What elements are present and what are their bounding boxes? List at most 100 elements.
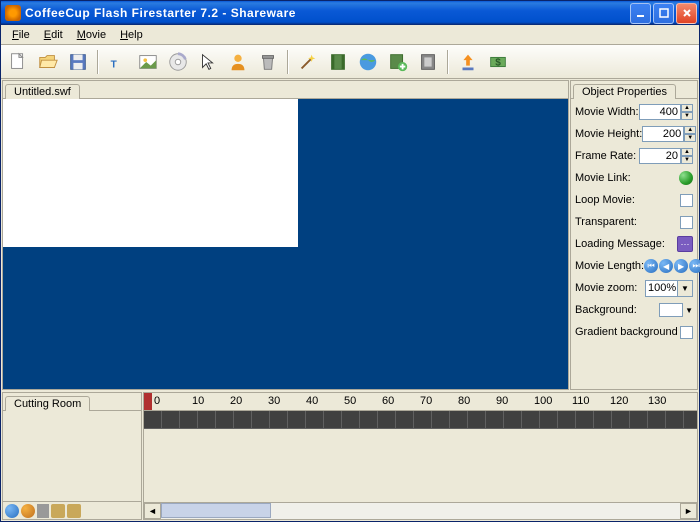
prop-movie-link: Movie Link: (575, 169, 693, 187)
menu-movie[interactable]: Movie (70, 27, 113, 43)
spinner-icon[interactable]: ▲▼ (681, 104, 693, 120)
cutting-room-title: Cutting Room (5, 396, 90, 411)
prop-loop-movie: Loop Movie: (575, 191, 693, 209)
menubar: File Edit Movie Help (1, 25, 699, 45)
timeline-ruler[interactable]: 0 10 20 30 40 50 60 70 80 90 100 110 120 130 (144, 393, 697, 411)
open-button[interactable] (35, 49, 61, 75)
ruler-tick: 90 (496, 395, 508, 407)
new-button[interactable] (5, 49, 31, 75)
prop-transparent: Transparent: (575, 213, 693, 231)
globe-icon[interactable] (679, 171, 693, 185)
prop-gradient-bg: Gradient background (575, 323, 693, 341)
titlebar: CoffeeCup Flash Firestarter 7.2 - Sharew… (1, 1, 699, 25)
ruler-tick: 0 (154, 395, 160, 407)
zoom-select[interactable]: 100%▼ (645, 280, 693, 297)
movie-height-input[interactable]: 200 (642, 126, 684, 142)
wand-button[interactable] (295, 49, 321, 75)
playhead-marker[interactable] (144, 393, 152, 411)
text-button[interactable]: T (105, 49, 131, 75)
properties-panel: Object Properties Movie Width: 400 ▲▼ Mo… (570, 80, 698, 390)
toolbar: T $ (1, 45, 699, 79)
scroll-thumb[interactable] (161, 503, 271, 518)
document-tab[interactable]: Untitled.swf (5, 84, 80, 99)
frame-rate-input[interactable]: 20 (639, 148, 681, 164)
canvas-area: Untitled.swf (2, 80, 569, 390)
stage-canvas[interactable] (3, 99, 298, 247)
copy-icon[interactable] (51, 504, 65, 518)
ruler-tick: 40 (306, 395, 318, 407)
svg-text:T: T (111, 59, 118, 70)
first-button[interactable]: ⏮ (644, 259, 658, 273)
cutting-room-body[interactable] (3, 411, 141, 501)
prop-movie-width: Movie Width: 400 ▲▼ (575, 103, 693, 121)
add-icon[interactable] (5, 504, 19, 518)
spinner-icon[interactable]: ▲▼ (681, 148, 693, 164)
prop-movie-zoom: Movie zoom: 100%▼ (575, 279, 693, 297)
transparent-checkbox[interactable] (680, 216, 693, 229)
ruler-tick: 120 (610, 395, 628, 407)
svg-text:$: $ (495, 57, 501, 68)
prev-button[interactable]: ◀ (659, 259, 673, 273)
movie-width-input[interactable]: 400 (639, 104, 681, 120)
spinner-icon[interactable]: ▲▼ (684, 126, 696, 142)
scroll-right-icon[interactable]: ► (680, 503, 697, 519)
ruler-tick: 20 (230, 395, 242, 407)
person-button[interactable] (225, 49, 251, 75)
globe-button[interactable] (355, 49, 381, 75)
main-area: Untitled.swf Object Properties Movie Wid… (1, 79, 699, 391)
app-window: CoffeeCup Flash Firestarter 7.2 - Sharew… (0, 0, 700, 522)
chevron-down-icon[interactable]: ▼ (685, 306, 693, 315)
paste-icon[interactable] (67, 504, 81, 518)
film-button[interactable] (325, 49, 351, 75)
chevron-down-icon[interactable]: ▼ (677, 281, 692, 296)
prop-movie-length: Movie Length: ⏮ ◀ ▶ ⏭ (575, 257, 693, 275)
ruler-tick: 110 (572, 395, 590, 407)
save-button[interactable] (65, 49, 91, 75)
background-swatch[interactable] (659, 303, 683, 317)
image-button[interactable] (135, 49, 161, 75)
last-button[interactable]: ⏭ (689, 259, 700, 273)
pointer-button[interactable] (195, 49, 221, 75)
upload-button[interactable] (455, 49, 481, 75)
menu-help[interactable]: Help (113, 27, 150, 43)
minimize-button[interactable] (630, 3, 651, 24)
trash-button[interactable] (255, 49, 281, 75)
menu-edit[interactable]: Edit (37, 27, 70, 43)
document-tabs: Untitled.swf (3, 81, 568, 99)
stage-background[interactable] (3, 99, 568, 389)
message-icon[interactable]: ⋯ (677, 236, 693, 252)
ruler-tick: 50 (344, 395, 356, 407)
remove-icon[interactable] (21, 504, 35, 518)
timeline-track[interactable] (144, 411, 697, 429)
next-button[interactable]: ▶ (674, 259, 688, 273)
menu-file[interactable]: File (5, 27, 37, 43)
ruler-tick: 70 (420, 395, 432, 407)
prop-loading-message: Loading Message: ⋯ (575, 235, 693, 253)
prop-frame-rate: Frame Rate: 20 ▲▼ (575, 147, 693, 165)
cd-button[interactable] (165, 49, 191, 75)
app-icon (5, 5, 21, 21)
timeline-panel: 0 10 20 30 40 50 60 70 80 90 100 110 120 130 ◄ ► (143, 392, 698, 520)
ruler-tick: 60 (382, 395, 394, 407)
ruler-tick: 10 (192, 395, 204, 407)
close-button[interactable] (676, 3, 697, 24)
loop-checkbox[interactable] (680, 194, 693, 207)
cut-icon[interactable] (37, 504, 49, 518)
timeline-body (144, 429, 697, 502)
maximize-button[interactable] (653, 3, 674, 24)
ruler-tick: 130 (648, 395, 666, 407)
ruler-tick: 80 (458, 395, 470, 407)
panel-title: Object Properties (573, 84, 676, 99)
window-title: CoffeeCup Flash Firestarter 7.2 - Sharew… (25, 6, 630, 20)
film2-button[interactable] (415, 49, 441, 75)
prop-background: Background: ▼ (575, 301, 693, 319)
ruler-tick: 30 (268, 395, 280, 407)
horizontal-scrollbar[interactable]: ◄ ► (144, 502, 697, 519)
cutting-room-panel: Cutting Room (2, 392, 142, 520)
gradient-checkbox[interactable] (680, 326, 693, 339)
bottom-area: Cutting Room 0 10 20 30 40 50 60 70 80 90 100 110 12… (1, 391, 699, 521)
film-add-button[interactable] (385, 49, 411, 75)
ruler-tick: 100 (534, 395, 552, 407)
scroll-left-icon[interactable]: ◄ (144, 503, 161, 519)
money-button[interactable]: $ (485, 49, 511, 75)
